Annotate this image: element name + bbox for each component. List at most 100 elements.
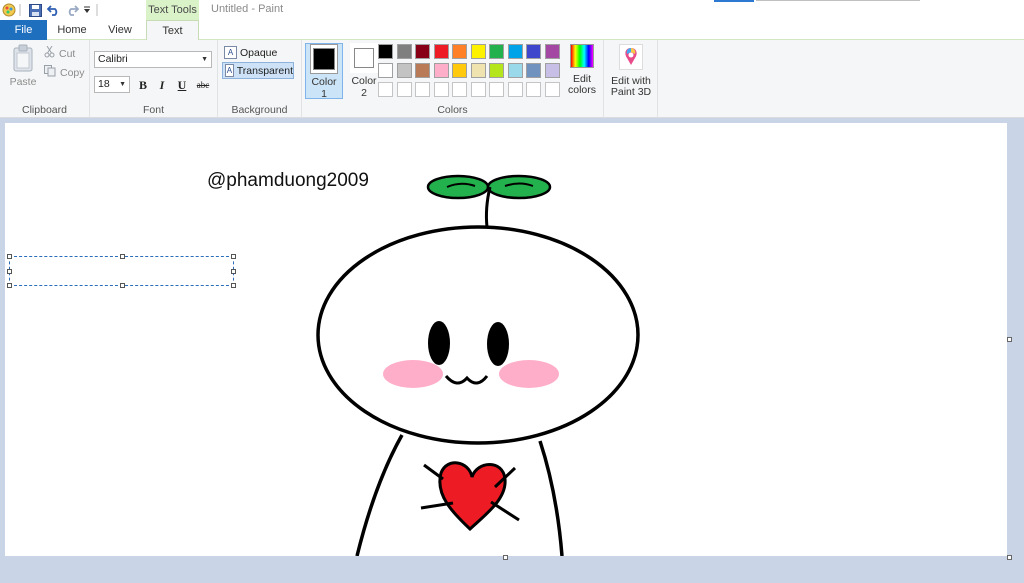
edit-colors-label-2: colors [567, 84, 596, 96]
separator-icon [95, 2, 99, 18]
tab-home[interactable]: Home [48, 20, 96, 40]
palette-color-swatch[interactable] [489, 82, 504, 97]
edit-with-paint3d-button[interactable]: Edit with Paint 3D [606, 44, 656, 98]
palette-color-swatch[interactable] [433, 44, 449, 59]
background-group-label: Background [231, 104, 288, 116]
copy-label: Copy [60, 66, 85, 79]
palette-color-swatch[interactable] [526, 63, 541, 78]
palette-color-swatch[interactable] [396, 44, 412, 59]
palette-color-swatch[interactable] [544, 82, 560, 97]
canvas-workspace: @phamduong2009 [0, 119, 1024, 583]
text-box-handle-mr[interactable] [231, 269, 236, 274]
palette-color-swatch[interactable] [507, 44, 523, 59]
drawing-canvas[interactable]: @phamduong2009 [5, 123, 1007, 556]
palette-color-swatch[interactable] [415, 44, 430, 59]
opaque-icon: A [224, 46, 237, 59]
text-box-handle-bl[interactable] [7, 283, 12, 288]
italic-button[interactable]: I [154, 77, 170, 93]
font-family-select[interactable]: Calibri ▼ [94, 51, 212, 68]
palette-color-swatch[interactable] [433, 63, 449, 78]
palette-color-swatch[interactable] [378, 63, 393, 78]
color2-swatch-frame [350, 43, 378, 73]
redo-icon[interactable] [64, 2, 80, 18]
transparent-option[interactable]: A Transparent [222, 62, 294, 79]
palette-color-swatch[interactable] [452, 63, 467, 78]
chevron-down-icon: ▼ [119, 81, 126, 88]
text-box-handle-bm[interactable] [120, 283, 125, 288]
paint3d-label-2: Paint 3D [610, 86, 652, 98]
color2-swatch [354, 48, 374, 68]
palette-color-swatch[interactable] [452, 82, 467, 97]
ribbon: Paste Cut Copy Clipboard Calibri ▼ 18 ▼ … [0, 40, 1024, 118]
text-tools-context-label: Text Tools [146, 0, 199, 20]
tab-file[interactable]: File [0, 20, 47, 40]
text-input-box[interactable] [7, 254, 236, 288]
palette-color-swatch[interactable] [489, 44, 504, 59]
color1-label: Color [311, 76, 337, 88]
palette-color-swatch[interactable] [396, 63, 412, 78]
paint3d-group: Edit with Paint 3D [604, 40, 658, 118]
color1-number: 1 [321, 88, 327, 100]
palette-color-swatch[interactable] [507, 63, 523, 78]
palette-color-swatch[interactable] [470, 82, 486, 97]
underline-button[interactable]: U [174, 77, 190, 93]
font-size-select[interactable]: 18 ▼ [94, 76, 130, 93]
palette-color-swatch[interactable] [378, 44, 393, 59]
colors-group-label: Colors [437, 104, 468, 116]
palette-color-swatch[interactable] [544, 63, 560, 78]
save-icon[interactable] [27, 2, 43, 18]
text-box-handle-ml[interactable] [7, 269, 12, 274]
font-size-value: 18 [98, 78, 110, 90]
colors-group: Color 1 Color 2 Edit colors Colors [302, 40, 604, 118]
palette-color-swatch[interactable] [415, 82, 430, 97]
tab-view[interactable]: View [97, 20, 143, 40]
text-box-handle-tm[interactable] [120, 254, 125, 259]
text-box-handle-tl[interactable] [7, 254, 12, 259]
undo-icon[interactable] [46, 2, 62, 18]
transparent-label: Transparent [236, 64, 293, 77]
paste-label: Paste [9, 76, 37, 88]
palette-color-swatch[interactable] [452, 44, 467, 59]
title-bar-line [756, 0, 920, 1]
color1-swatch-frame [310, 44, 338, 74]
tab-text[interactable]: Text [146, 20, 199, 41]
color1-button[interactable]: Color 1 [305, 43, 343, 100]
palette-color-swatch[interactable] [396, 82, 412, 97]
text-box-handle-br[interactable] [231, 283, 236, 288]
palette-color-swatch[interactable] [433, 82, 449, 97]
edit-colors-button[interactable]: Edit colors [564, 44, 600, 96]
strikethrough-button[interactable]: abc [193, 77, 213, 93]
color-palette [378, 44, 568, 100]
font-group-label: Font [142, 104, 164, 116]
palette-color-swatch[interactable] [415, 63, 430, 78]
palette-color-swatch[interactable] [526, 44, 541, 59]
palette-color-swatch[interactable] [544, 44, 560, 59]
paint3d-icon [619, 44, 643, 70]
cut-button[interactable]: Cut [44, 45, 75, 61]
copy-icon [44, 65, 56, 80]
paste-icon [12, 44, 34, 72]
paint-app-icon[interactable] [1, 2, 17, 18]
canvas-resize-handle-bottom[interactable] [503, 555, 508, 560]
canvas-resize-handle-corner[interactable] [1007, 555, 1012, 560]
font-family-value: Calibri [98, 53, 128, 65]
ribbon-tab-row: File Home View Text [0, 20, 1024, 41]
opaque-option[interactable]: A Opaque [222, 44, 294, 61]
palette-color-swatch[interactable] [489, 63, 504, 78]
paste-button[interactable]: Paste [6, 44, 40, 92]
palette-color-swatch[interactable] [470, 63, 486, 78]
customize-qat-icon[interactable] [82, 2, 92, 18]
background-group: A Opaque A Transparent Background [218, 40, 302, 118]
palette-color-swatch[interactable] [470, 44, 486, 59]
palette-color-swatch[interactable] [526, 82, 541, 97]
text-box-handle-tr[interactable] [231, 254, 236, 259]
palette-color-swatch[interactable] [378, 82, 393, 97]
clipboard-group-label: Clipboard [22, 104, 67, 116]
color1-swatch [313, 48, 335, 70]
copy-button[interactable]: Copy [44, 65, 85, 80]
palette-color-swatch[interactable] [507, 82, 523, 97]
bold-button[interactable]: B [135, 77, 151, 93]
canvas-resize-handle-right[interactable] [1007, 337, 1012, 342]
clipboard-group: Paste Cut Copy Clipboard [0, 40, 90, 118]
opaque-label: Opaque [240, 46, 278, 59]
